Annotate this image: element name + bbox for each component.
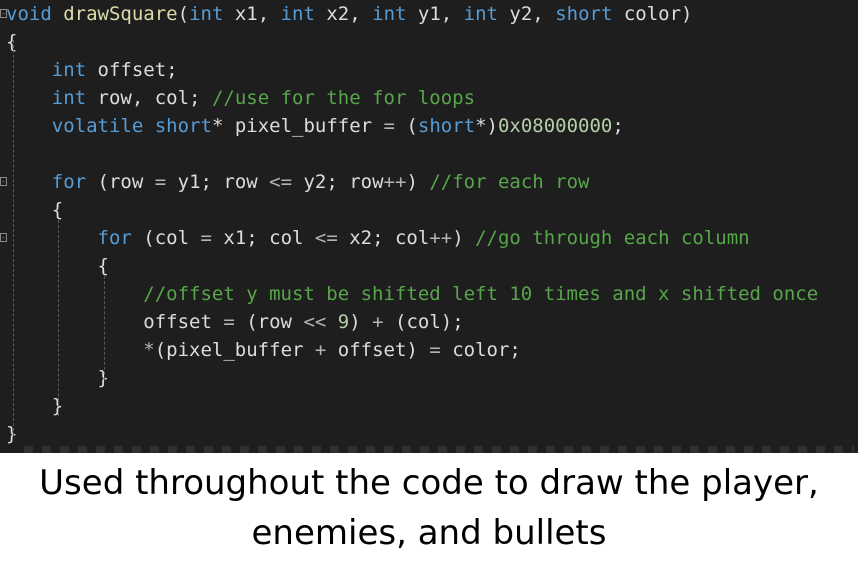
code-token: for bbox=[51, 171, 87, 193]
code-token: offset bbox=[6, 311, 224, 333]
slide-caption: Used throughout the code to draw the pla… bbox=[0, 458, 858, 558]
code-token: offset; bbox=[86, 59, 178, 81]
code-token: x1, bbox=[223, 3, 281, 25]
code-line[interactable]: for (row = y1; row <= y2; row++) //for e… bbox=[6, 168, 590, 196]
caption-line-1: Used throughout the code to draw the pla… bbox=[39, 463, 819, 503]
indent-guide-for-row bbox=[58, 220, 59, 416]
code-token: = bbox=[429, 339, 441, 361]
code-token: int bbox=[280, 3, 315, 25]
code-token: = bbox=[154, 171, 167, 193]
code-token: int bbox=[189, 3, 224, 25]
code-token: { bbox=[6, 31, 18, 53]
code-editor[interactable]: void drawSquare(int x1, int x2, int y1, … bbox=[0, 0, 858, 453]
indent-guide-for-col bbox=[104, 276, 105, 380]
code-token: 0x08000000 bbox=[497, 115, 613, 137]
code-token: //offset y must be shifted left 10 times… bbox=[143, 283, 819, 305]
code-token: <= bbox=[269, 171, 293, 193]
code-line[interactable]: } bbox=[6, 392, 63, 420]
code-token: { bbox=[6, 199, 64, 221]
code-token: short bbox=[417, 115, 476, 137]
code-token: //use for the for loops bbox=[211, 87, 476, 109]
code-line[interactable]: //offset y must be shifted left 10 times… bbox=[6, 280, 818, 308]
code-token: x1; col bbox=[211, 227, 315, 249]
code-line[interactable]: { bbox=[6, 28, 17, 56]
code-token: color) bbox=[612, 3, 693, 25]
code-token: * bbox=[143, 339, 155, 361]
code-token: int bbox=[51, 59, 87, 81]
code-token: } bbox=[6, 395, 64, 417]
code-token: ( bbox=[394, 115, 418, 137]
code-token: y2, bbox=[497, 3, 556, 25]
code-token: = bbox=[223, 311, 235, 333]
code-token: int bbox=[463, 3, 498, 25]
code-line[interactable]: volatile short* pixel_buffer = (short*)0… bbox=[6, 112, 624, 140]
code-token: ) bbox=[452, 227, 476, 249]
code-token: int bbox=[51, 87, 87, 109]
code-line[interactable]: int row, col; //use for the for loops bbox=[6, 84, 475, 112]
code-token: int bbox=[372, 3, 407, 25]
code-token: ( bbox=[177, 3, 190, 25]
code-line[interactable]: offset = (row << 9) + (col); bbox=[6, 308, 464, 336]
code-line[interactable]: } bbox=[6, 420, 17, 448]
code-token: for bbox=[97, 227, 132, 249]
code-line[interactable]: void drawSquare(int x1, int x2, int y1, … bbox=[6, 0, 692, 28]
code-token: = bbox=[200, 227, 212, 249]
code-token: (col bbox=[131, 227, 201, 249]
caption-line-2: enemies, and bullets bbox=[251, 513, 607, 553]
code-token: y1; row bbox=[166, 171, 270, 193]
code-token: (row bbox=[86, 171, 155, 193]
code-token: //go through each column bbox=[475, 227, 750, 249]
code-token: offset) bbox=[326, 339, 430, 361]
code-token: x2; col bbox=[337, 227, 430, 249]
fold-collapse-icon[interactable]: - bbox=[0, 177, 7, 186]
code-token: //for each row bbox=[429, 171, 590, 193]
code-line[interactable]: { bbox=[6, 196, 63, 224]
code-token: drawSquare bbox=[63, 3, 178, 25]
code-token: << bbox=[303, 311, 327, 333]
code-token: void bbox=[6, 3, 52, 25]
code-token: (row bbox=[234, 311, 304, 333]
fold-collapse-icon[interactable]: - bbox=[0, 233, 7, 242]
code-token: 9 bbox=[337, 311, 350, 333]
indent-guide-outer bbox=[13, 40, 14, 436]
code-token: + bbox=[314, 339, 327, 361]
code-token: short bbox=[154, 115, 212, 137]
partially-visible-next-line bbox=[24, 446, 854, 453]
code-token: y2; row bbox=[292, 171, 384, 193]
code-line[interactable]: *(pixel_buffer + offset) = color; bbox=[6, 336, 521, 364]
code-token: (pixel_buffer bbox=[154, 339, 315, 361]
code-line[interactable]: int offset; bbox=[6, 56, 178, 84]
code-token: ++ bbox=[429, 227, 453, 249]
code-token: <= bbox=[314, 227, 338, 249]
code-token: = bbox=[383, 115, 395, 137]
code-token: (col); bbox=[383, 311, 464, 333]
code-token: ) bbox=[406, 171, 430, 193]
code-token: ) bbox=[349, 311, 373, 333]
code-line[interactable]: for (col = x1; col <= x2; col++) //go th… bbox=[6, 224, 750, 252]
code-token: row, col; bbox=[86, 87, 212, 109]
code-token: color; bbox=[440, 339, 521, 361]
code-token: x2, bbox=[314, 3, 373, 25]
code-token: } bbox=[6, 423, 18, 445]
code-token: ; bbox=[612, 115, 624, 137]
code-token: *) bbox=[475, 115, 498, 137]
code-token: volatile bbox=[51, 115, 144, 137]
code-token: * pixel_buffer bbox=[211, 115, 384, 137]
code-token: y1, bbox=[406, 3, 464, 25]
code-token: short bbox=[555, 3, 613, 25]
fold-collapse-icon[interactable]: - bbox=[0, 9, 7, 18]
code-token: + bbox=[372, 311, 384, 333]
code-token: ++ bbox=[383, 171, 407, 193]
